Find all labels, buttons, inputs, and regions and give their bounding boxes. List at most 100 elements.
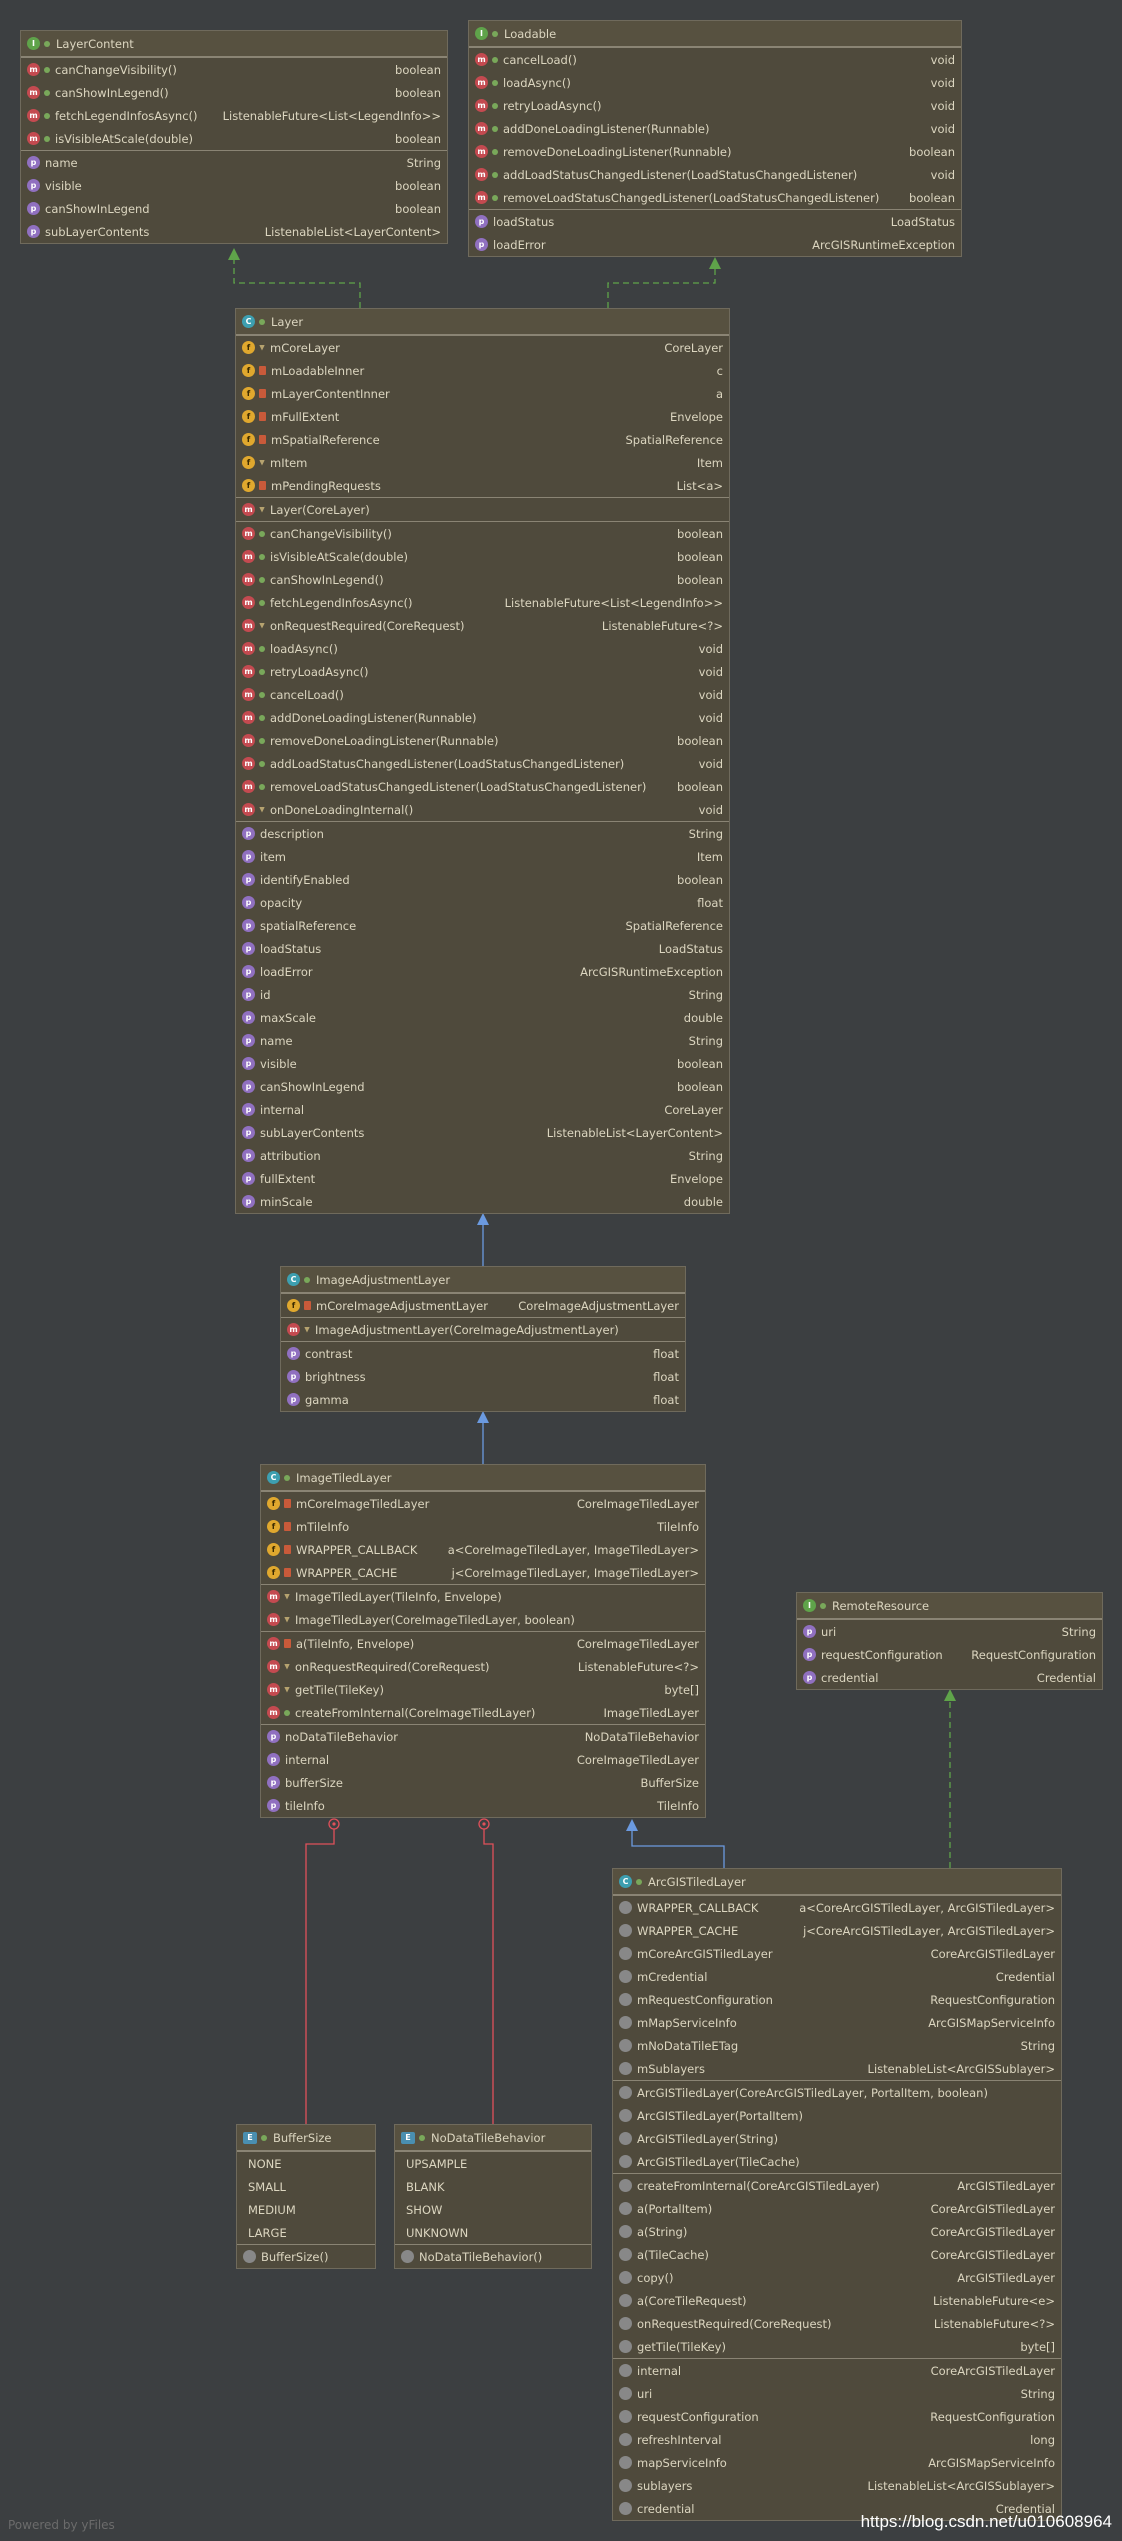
member-row[interactable]: f mLoadableInner c [236, 359, 729, 382]
member-row[interactable]: requestConfiguration RequestConfiguration [613, 2405, 1061, 2428]
member-row[interactable]: onRequestRequired(CoreRequest) Listenable… [613, 2312, 1061, 2335]
node-remoteresource[interactable]: I RemoteResource p uri String p requestConfigu… [796, 1592, 1103, 1690]
member-row[interactable]: WRAPPER_CALLBACK a<CoreArcGISTiledLayer, … [613, 1896, 1061, 1919]
member-row[interactable]: mapServiceInfo ArcGISMapServiceInfo [613, 2451, 1061, 2474]
member-row[interactable]: p uri String [797, 1620, 1102, 1643]
member-row[interactable]: m addLoadStatusChangedListener(LoadStatus… [469, 163, 961, 186]
member-row[interactable]: f mPendingRequests List<a> [236, 474, 729, 497]
node-header[interactable]: E NoDataTileBehavior [395, 2125, 591, 2151]
member-row[interactable]: m removeLoadStatusChangedListener(LoadSta… [236, 775, 729, 798]
member-row[interactable]: m Layer(CoreLayer) [236, 498, 729, 521]
member-row[interactable]: f mCoreLayer CoreLayer [236, 336, 729, 359]
member-row[interactable]: p tileInfo TileInfo [261, 1794, 705, 1817]
node-layercontent[interactable]: I LayerContent m canChangeVisibility() boole… [20, 30, 448, 244]
member-row[interactable]: p loadStatus LoadStatus [236, 937, 729, 960]
node-layer[interactable]: C Layer f mCoreLayer CoreLayer f mLoadableInne… [235, 308, 730, 1214]
member-row[interactable]: p bufferSize BufferSize [261, 1771, 705, 1794]
member-row[interactable]: m removeDoneLoadingListener(Runnable) bool… [469, 140, 961, 163]
member-row[interactable]: SHOW [395, 2198, 591, 2221]
member-row[interactable]: ArcGISTiledLayer(TileCache) [613, 2150, 1061, 2173]
member-row[interactable]: m loadAsync() void [236, 637, 729, 660]
member-row[interactable]: BLANK [395, 2175, 591, 2198]
member-row[interactable]: a(TileCache) CoreArcGISTiledLayer [613, 2243, 1061, 2266]
member-row[interactable]: m fetchLegendInfosAsync() ListenableFuture… [21, 104, 447, 127]
member-row[interactable]: internal CoreArcGISTiledLayer [613, 2359, 1061, 2382]
member-row[interactable]: createFromInternal(CoreArcGISTiledLayer)… [613, 2174, 1061, 2197]
member-row[interactable]: SMALL [237, 2175, 375, 2198]
member-row[interactable]: p subLayerContents ListenableList<LayerCon… [236, 1121, 729, 1144]
member-row[interactable]: p visible boolean [236, 1052, 729, 1075]
member-row[interactable]: mRequestConfiguration RequestConfiguratio… [613, 1988, 1061, 2011]
node-header[interactable]: C ArcGISTiledLayer [613, 1869, 1061, 1895]
member-row[interactable]: p loadStatus LoadStatus [469, 210, 961, 233]
member-row[interactable]: p spatialReference SpatialReference [236, 914, 729, 937]
member-row[interactable]: getTile(TileKey) byte[] [613, 2335, 1061, 2358]
member-row[interactable]: sublayers ListenableList<ArcGISSublayer> [613, 2474, 1061, 2497]
member-row[interactable]: m canChangeVisibility() boolean [236, 522, 729, 545]
member-row[interactable]: m canShowInLegend() boolean [236, 568, 729, 591]
node-nodatatilebehavior[interactable]: E NoDataTileBehavior UPSAMPLE BLANK SHOW UNKN… [394, 2124, 592, 2269]
member-row[interactable]: m retryLoadAsync() void [236, 660, 729, 683]
member-row[interactable]: UNKNOWN [395, 2221, 591, 2244]
member-row[interactable]: m addDoneLoadingListener(Runnable) void [469, 117, 961, 140]
member-row[interactable]: LARGE [237, 2221, 375, 2244]
member-row[interactable]: m loadAsync() void [469, 71, 961, 94]
member-row[interactable]: m retryLoadAsync() void [469, 94, 961, 117]
member-row[interactable]: m a(TileInfo, Envelope) CoreImageTiledLaye… [261, 1632, 705, 1655]
member-row[interactable]: m addLoadStatusChangedListener(LoadStatus… [236, 752, 729, 775]
member-row[interactable]: m cancelLoad() void [469, 48, 961, 71]
node-buffersize[interactable]: E BufferSize NONE SMALL MEDIUM LARGE BufferSiz… [236, 2124, 376, 2269]
node-header[interactable]: I LayerContent [21, 31, 447, 57]
member-row[interactable]: NONE [237, 2152, 375, 2175]
member-row[interactable]: f mItem Item [236, 451, 729, 474]
member-row[interactable]: p contrast float [281, 1342, 685, 1365]
member-row[interactable]: p attribution String [236, 1144, 729, 1167]
member-row[interactable]: p credential Credential [797, 1666, 1102, 1689]
member-row[interactable]: mCredential Credential [613, 1965, 1061, 1988]
member-row[interactable]: UPSAMPLE [395, 2152, 591, 2175]
member-row[interactable]: WRAPPER_CACHE j<CoreArcGISTiledLayer, Arc… [613, 1919, 1061, 1942]
member-row[interactable]: m ImageTiledLayer(CoreImageTiledLayer, bo… [261, 1608, 705, 1631]
member-row[interactable]: mMapServiceInfo ArcGISMapServiceInfo [613, 2011, 1061, 2034]
member-row[interactable]: m createFromInternal(CoreImageTiledLayer)… [261, 1701, 705, 1724]
node-header[interactable]: I Loadable [469, 21, 961, 47]
member-row[interactable]: f mCoreImageTiledLayer CoreImageTiledLayer [261, 1492, 705, 1515]
member-row[interactable]: NoDataTileBehavior() [395, 2245, 591, 2268]
member-row[interactable]: p visible boolean [21, 174, 447, 197]
node-imageadjustmentlayer[interactable]: C ImageAdjustmentLayer f mCoreImageAdjustme… [280, 1266, 686, 1412]
member-row[interactable]: m ImageAdjustmentLayer(CoreImageAdjustmen… [281, 1318, 685, 1341]
node-loadable[interactable]: I Loadable m cancelLoad() void m loadAsync() vo… [468, 20, 962, 257]
node-header[interactable]: C ImageAdjustmentLayer [281, 1267, 685, 1293]
member-row[interactable]: a(PortalItem) CoreArcGISTiledLayer [613, 2197, 1061, 2220]
member-row[interactable]: BufferSize() [237, 2245, 375, 2268]
member-row[interactable]: p loadError ArcGISRuntimeException [236, 960, 729, 983]
member-row[interactable]: m onRequestRequired(CoreRequest) Listenabl… [261, 1655, 705, 1678]
member-row[interactable]: f mFullExtent Envelope [236, 405, 729, 428]
member-row[interactable]: p identifyEnabled boolean [236, 868, 729, 891]
member-row[interactable]: f mSpatialReference SpatialReference [236, 428, 729, 451]
node-header[interactable]: I RemoteResource [797, 1593, 1102, 1619]
member-row[interactable]: p opacity float [236, 891, 729, 914]
member-row[interactable]: f mLayerContentInner a [236, 382, 729, 405]
member-row[interactable]: p gamma float [281, 1388, 685, 1411]
member-row[interactable]: m isVisibleAtScale(double) boolean [236, 545, 729, 568]
member-row[interactable]: p minScale double [236, 1190, 729, 1213]
member-row[interactable]: p requestConfiguration RequestConfiguratio… [797, 1643, 1102, 1666]
member-row[interactable]: mCoreArcGISTiledLayer CoreArcGISTiledLaye… [613, 1942, 1061, 1965]
member-row[interactable]: p id String [236, 983, 729, 1006]
member-row[interactable]: f WRAPPER_CACHE j<CoreImageTiledLayer, Ima… [261, 1561, 705, 1584]
member-row[interactable]: m addDoneLoadingListener(Runnable) void [236, 706, 729, 729]
member-row[interactable]: p name String [236, 1029, 729, 1052]
member-row[interactable]: m canShowInLegend() boolean [21, 81, 447, 104]
member-row[interactable]: p loadError ArcGISRuntimeException [469, 233, 961, 256]
member-row[interactable]: m isVisibleAtScale(double) boolean [21, 127, 447, 150]
member-row[interactable]: p fullExtent Envelope [236, 1167, 729, 1190]
member-row[interactable]: m getTile(TileKey) byte[] [261, 1678, 705, 1701]
member-row[interactable]: m removeDoneLoadingListener(Runnable) bool… [236, 729, 729, 752]
member-row[interactable]: ArcGISTiledLayer(String) [613, 2127, 1061, 2150]
member-row[interactable]: p name String [21, 151, 447, 174]
member-row[interactable]: refreshInterval long [613, 2428, 1061, 2451]
member-row[interactable]: m onRequestRequired(CoreRequest) Listenabl… [236, 614, 729, 637]
node-imagetiledlayer[interactable]: C ImageTiledLayer f mCoreImageTiledLayer Cor… [260, 1464, 706, 1818]
member-row[interactable]: p canShowInLegend boolean [236, 1075, 729, 1098]
